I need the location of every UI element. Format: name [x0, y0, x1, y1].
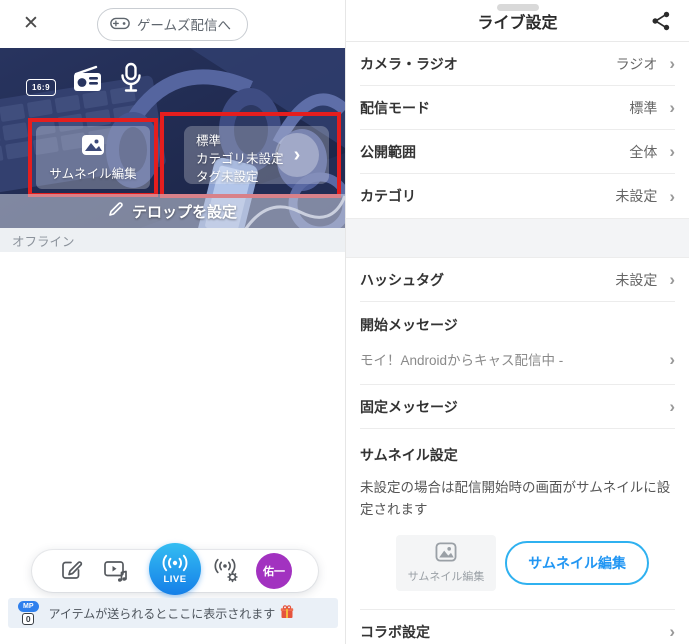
settings-title: ライブ設定	[477, 15, 558, 32]
games-button-label: ゲームズ配信へ	[136, 18, 232, 33]
broadcast-preview-panel: ✕ ゲームズ配信へ 16:9 サムネイル編集 標準 カテゴリ未設定 タグ未設定 …	[0, 0, 345, 644]
setting-row-camera-radio[interactable]: カメラ・ラジオ ラジオ ›	[360, 42, 675, 86]
settings-header: ライブ設定	[346, 0, 689, 42]
games-broadcast-button[interactable]: ゲームズ配信へ	[96, 7, 249, 41]
image-icon	[81, 134, 105, 159]
row-label: カテゴリ	[360, 188, 416, 204]
pencil-icon	[108, 201, 124, 221]
item-bar-message: アイテムが送られるとここに表示されます	[48, 606, 276, 621]
row-label: 配信モード	[360, 99, 430, 116]
go-live-button[interactable]: LIVE	[149, 543, 201, 595]
edit-telop-icon[interactable]	[58, 557, 86, 585]
chevron-right-icon: ›	[669, 397, 675, 416]
telop-setting-button[interactable]: テロップを設定	[0, 194, 345, 228]
row-value: 標準	[629, 99, 658, 116]
row-value: 全体	[629, 143, 658, 160]
row-label: ハッシュタグ	[360, 271, 444, 288]
broadcast-icon	[160, 554, 190, 575]
chevron-right-icon: ›	[669, 622, 675, 642]
chevron-right-icon[interactable]: ›	[275, 133, 319, 177]
microphone-icon	[118, 62, 144, 99]
fixed-message-label: 固定メッセージ	[360, 398, 458, 415]
chevron-right-icon: ›	[669, 98, 675, 117]
row-label: カメラ・ラジオ	[360, 55, 458, 72]
mp-points-badge: MP 0	[18, 601, 39, 625]
user-avatar[interactable]: 佑一	[256, 553, 292, 589]
chevron-right-icon: ›	[669, 54, 675, 73]
setting-row-broadcast-mode[interactable]: 配信モード 標準 ›	[360, 86, 675, 130]
preview-header: ✕ ゲームズ配信へ	[0, 0, 345, 48]
thumbnail-preview-box[interactable]: サムネイル編集	[396, 534, 496, 591]
thumbnail-edit-overlay-button[interactable]: サムネイル編集	[36, 126, 150, 189]
setting-row-hashtag[interactable]: ハッシュタグ 未設定 ›	[360, 258, 675, 302]
broadcast-toolbar: LIVE 佑一	[32, 543, 318, 595]
section-separator	[346, 218, 689, 258]
radio-icon	[70, 64, 104, 99]
setting-row-category[interactable]: カテゴリ 未設定 ›	[360, 174, 675, 218]
mp-count: 0	[22, 613, 35, 625]
chevron-right-icon: ›	[669, 186, 675, 206]
live-settings-panel: ライブ設定 カメラ・ラジオ ラジオ › 配信モード 標準 › 公開範囲 全体 ›	[345, 0, 689, 644]
settings-highlight-box: 標準 カテゴリ未設定 タグ未設定 ›	[160, 112, 341, 198]
row-label: 公開範囲	[360, 143, 416, 160]
thumbnail-settings-section: サムネイル設定 未設定の場合は配信開始時の画面がサムネイルに設定されます サムネ…	[360, 429, 675, 610]
live-button-label: LIVE	[163, 573, 187, 585]
start-message-value: モイ！Androidからキャス配信中 -	[360, 353, 564, 368]
thumbnail-edit-overlay-label: サムネイル編集	[49, 166, 137, 181]
chevron-right-icon: ›	[669, 270, 675, 289]
collab-label: コラボ設定	[360, 623, 430, 640]
thumbnail-section-title: サムネイル設定	[360, 447, 458, 463]
broadcast-settings-icon[interactable]	[213, 557, 241, 585]
setting-row-collab[interactable]: コラボ設定 ›	[360, 610, 675, 644]
capture-mode-icons: 16:9	[26, 62, 144, 99]
offline-status-bar: オフライン	[0, 228, 345, 252]
avatar-label: 佑一	[263, 566, 285, 578]
start-message-label: 開始メッセージ	[360, 317, 458, 333]
item-notification-bar: MP 0 アイテムが送られるとここに表示されます	[8, 598, 338, 628]
image-icon	[435, 542, 457, 565]
aspect-ratio-badge: 16:9	[26, 79, 57, 96]
gift-icon	[280, 604, 294, 622]
gamepad-icon	[110, 16, 130, 33]
row-value: 未設定	[615, 188, 658, 204]
telop-button-label: テロップを設定	[131, 203, 237, 221]
thumbnail-section-description: 未設定の場合は配信開始時の画面がサムネイルに設定されます	[360, 480, 671, 517]
chevron-right-icon: ›	[669, 349, 675, 369]
setting-row-fixed-message[interactable]: 固定メッセージ ›	[360, 385, 675, 429]
broadcast-preview-banner: 16:9 サムネイル編集 標準 カテゴリ未設定 タグ未設定 › テロップを設定	[0, 48, 345, 228]
video-music-icon[interactable]	[102, 557, 130, 585]
thumbnail-highlight-box: サムネイル編集	[28, 118, 158, 197]
offline-label: オフライン	[12, 234, 75, 249]
app: ✕ ゲームズ配信へ 16:9 サムネイル編集 標準 カテゴリ未設定 タグ未設定 …	[0, 0, 689, 644]
share-icon[interactable]	[647, 8, 675, 36]
setting-row-visibility[interactable]: 公開範囲 全体 ›	[360, 130, 675, 174]
close-button[interactable]: ✕	[20, 13, 42, 35]
thumbnail-box-label: サムネイル編集	[407, 570, 485, 583]
broadcast-summary-button[interactable]: 標準 カテゴリ未設定 タグ未設定 ›	[184, 126, 329, 184]
thumbnail-edit-button[interactable]: サムネイル編集	[505, 540, 649, 585]
row-value: 未設定	[615, 271, 658, 288]
row-value: ラジオ	[615, 55, 658, 72]
setting-row-start-message[interactable]: 開始メッセージ モイ！Androidからキャス配信中 - ›	[360, 302, 675, 385]
chevron-right-icon: ›	[669, 142, 675, 161]
mp-badge-label: MP	[18, 601, 39, 612]
